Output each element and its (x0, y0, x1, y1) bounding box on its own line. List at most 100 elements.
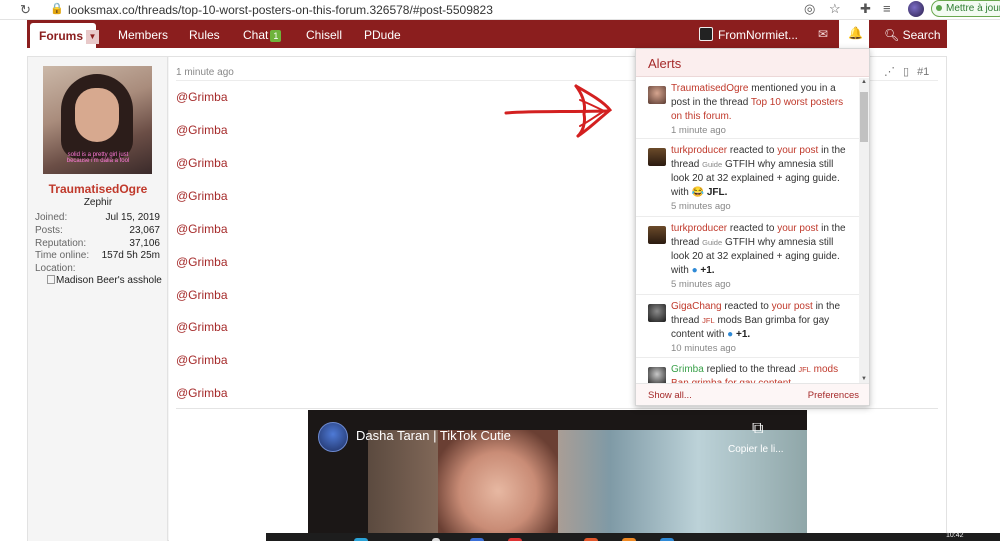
alerts-title: Alerts (648, 56, 682, 71)
scroll-down-icon[interactable]: ▼ (861, 376, 867, 382)
divider (176, 408, 938, 409)
stat-label: Joined: (35, 212, 68, 223)
search-button[interactable]: 🔍︎ Search (884, 28, 941, 42)
reaction-name: +1. (700, 265, 715, 276)
extensions-icon[interactable]: ✚ (860, 1, 871, 17)
stat-value: 157d 5h 25m (101, 250, 160, 261)
alert-item[interactable]: turkproducer reacted to your post in the… (636, 218, 859, 295)
nav-link-rules[interactable]: Rules (189, 28, 220, 42)
post-author-avatar[interactable]: solid is a pretty girl just because i'm … (43, 66, 152, 174)
nav-link-chisell[interactable]: Chisell (306, 28, 342, 42)
thread-prefix-label: JFL (798, 365, 811, 374)
alert-time: 10 minutes ago (671, 343, 736, 354)
mention-link[interactable]: @Grimba (176, 222, 228, 236)
update-button[interactable]: Mettre à jour (931, 0, 1000, 17)
alert-item[interactable]: turkproducer reacted to your post in the… (636, 140, 859, 217)
video-title[interactable]: Dasha Taran | TikTok Cutie (356, 428, 511, 443)
channel-logo[interactable] (318, 422, 348, 452)
post-actions: ⋰ ▯ #1 (884, 65, 937, 78)
alert-user-link[interactable]: Grimba (671, 364, 704, 375)
mail-icon[interactable]: ✉ (818, 27, 828, 41)
profile-avatar[interactable] (908, 1, 924, 17)
media-control-icon[interactable]: ≡ (883, 1, 891, 16)
alert-time: 1 minute ago (671, 125, 726, 136)
red-arrow-annotation (504, 84, 613, 138)
alert-text: GigaChang reacted to your post in the th… (671, 301, 841, 354)
avatar[interactable] (648, 86, 666, 104)
mention-link[interactable]: @Grimba (176, 189, 228, 203)
alerts-button[interactable]: 🔔 (839, 20, 869, 48)
mention-link[interactable]: @Grimba (176, 90, 228, 104)
post-timestamp[interactable]: 1 minute ago (176, 67, 234, 78)
alert-user-link[interactable]: GigaChang (671, 301, 722, 312)
alert-item[interactable]: TraumatisedOgre mentioned you in a post … (636, 78, 859, 139)
bookmark-icon[interactable]: ▯ (903, 66, 909, 78)
share-icon[interactable]: ⋰ (884, 66, 895, 78)
alerts-list: TraumatisedOgre mentioned you in a post … (636, 78, 859, 383)
mention-link[interactable]: @Grimba (176, 255, 228, 269)
taskbar-clock[interactable]: 10:42 (946, 532, 964, 539)
alert-text: TraumatisedOgre mentioned you in a post … (671, 83, 844, 136)
post-number[interactable]: #1 (917, 66, 929, 78)
mention-link[interactable]: @Grimba (176, 386, 228, 400)
alert-item[interactable]: GigaChang reacted to your post in the th… (636, 296, 859, 358)
page-root: ↻ 🔒 looksmax.co/threads/top-10-worst-pos… (0, 0, 1000, 541)
reaction-name: +1. (736, 329, 751, 340)
avatar[interactable] (648, 304, 666, 322)
search-icon: 🔍︎ (884, 28, 900, 42)
bell-icon: 🔔 (848, 26, 863, 40)
url-field[interactable]: looksmax.co/threads/top-10-worst-posters… (68, 3, 493, 17)
copy-link-label[interactable]: Copier le li... (728, 444, 784, 455)
mention-link[interactable]: @Grimba (176, 320, 228, 334)
mention-link[interactable]: @Grimba (176, 123, 228, 137)
star-icon[interactable]: ☆ (829, 1, 841, 17)
stat-label: Posts: (35, 225, 63, 236)
alert-user-link[interactable]: turkproducer (671, 223, 727, 234)
alert-text: turkproducer reacted to your post in the… (671, 223, 846, 290)
alerts-dropdown: Alerts TraumatisedOgre mentioned you in … (635, 48, 870, 406)
alert-post-link[interactable]: your post (772, 301, 813, 312)
video-embed[interactable]: Dasha Taran | TikTok Cutie ⧉ Copier le l… (308, 410, 807, 541)
nav-tab-forums[interactable]: Forums ▼ (30, 23, 99, 48)
avatar[interactable] (648, 226, 666, 244)
nav-link-members[interactable]: Members (118, 28, 168, 42)
chevron-down-icon[interactable]: ▼ (86, 30, 99, 44)
stat-value: 37,106 (129, 238, 160, 249)
thumbs-up-icon: ● (691, 265, 698, 276)
nav-link-chat[interactable]: Chat 1 (243, 28, 282, 42)
alert-post-link[interactable]: your post (777, 223, 818, 234)
nav-link-pdude[interactable]: PDude (364, 28, 401, 42)
copy-icon[interactable]: ⧉ (752, 420, 763, 438)
account-menu[interactable]: FromNormiet... (697, 20, 812, 48)
update-dot-icon (936, 5, 942, 11)
alert-user-link[interactable]: turkproducer (671, 145, 727, 156)
alert-item[interactable]: Grimba replied to the thread JFL mods Ba… (636, 359, 859, 383)
reload-icon[interactable]: ↻ (20, 2, 31, 18)
avatar[interactable] (648, 148, 666, 166)
scrollbar-thumb[interactable] (860, 92, 868, 142)
lock-icon[interactable]: 🔒 (50, 2, 64, 15)
stat-label: Reputation: (35, 238, 87, 249)
eye-off-icon[interactable]: ◎ (804, 1, 815, 17)
alerts-footer: Show all... Preferences (636, 383, 869, 405)
alerts-scrollbar[interactable]: ▲ ▼ (859, 78, 869, 383)
mention-link[interactable]: @Grimba (176, 156, 228, 170)
reaction-name: JFL. (706, 187, 728, 198)
video-thumbnail-subject (438, 430, 558, 541)
broken-image-icon (47, 275, 55, 284)
post-author-title: Zephir (83, 197, 113, 208)
avatar[interactable] (648, 367, 666, 383)
alert-user-link[interactable]: TraumatisedOgre (671, 83, 748, 94)
os-taskbar: 10:42 (266, 532, 1000, 541)
mention-link[interactable]: @Grimba (176, 288, 228, 302)
alert-post-link[interactable]: your post (777, 145, 818, 156)
preferences-link[interactable]: Preferences (808, 390, 859, 401)
thread-prefix-label: JFL (702, 316, 715, 325)
mention-link[interactable]: @Grimba (176, 353, 228, 367)
main-navigation: Forums ▼ Members Rules Chat 1 Chisell PDu… (27, 20, 947, 48)
alerts-header: Alerts (636, 49, 869, 77)
post-author-name[interactable]: TraumatisedOgre (28, 182, 168, 196)
stat-label: Location: (35, 263, 76, 274)
show-all-link[interactable]: Show all... (648, 390, 692, 401)
scroll-up-icon[interactable]: ▲ (861, 79, 867, 85)
